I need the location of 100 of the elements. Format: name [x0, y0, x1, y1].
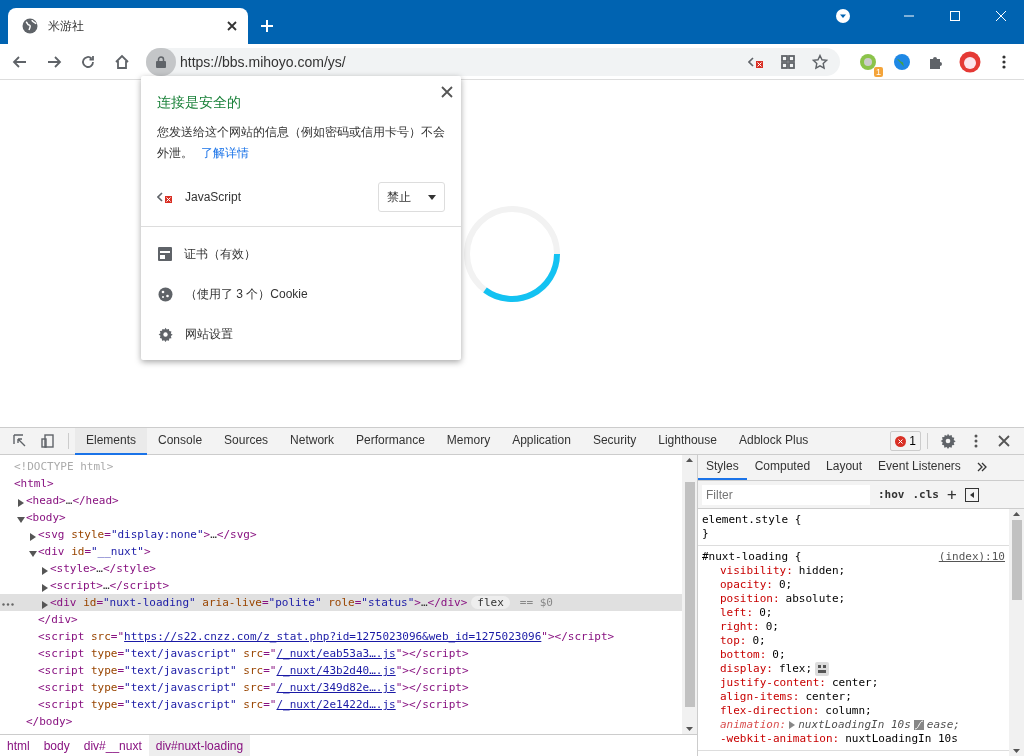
property-name: left: — [720, 606, 754, 620]
devtools-tab[interactable]: Lighthouse — [647, 427, 728, 455]
markup-text: <div id="nuxt-loading" aria-live="polite" role="status">…</div> — [50, 596, 468, 609]
devtools-tab[interactable]: Console — [147, 427, 214, 455]
close-icon[interactable] — [998, 435, 1010, 447]
breadcrumb[interactable]: body — [36, 735, 77, 756]
property-value: nuxtLoadingIn 10s — [845, 732, 958, 746]
popup-menu-item[interactable]: 网站设置 — [141, 314, 461, 354]
markup-text: <script type="text/javascript" src="/_nuxt/43b2d40….js"></script> — [38, 664, 469, 677]
inspect-icon[interactable] — [12, 433, 28, 449]
scroll-up-icon[interactable] — [1013, 512, 1020, 516]
scroll-down-icon[interactable] — [1013, 749, 1020, 753]
new-tab-icon[interactable] — [259, 18, 275, 34]
home-icon[interactable] — [114, 53, 130, 70]
maximize-icon[interactable] — [950, 11, 960, 21]
learn-more-link[interactable]: 了解详情 — [201, 146, 249, 160]
css-selector: #nuxt-loading { — [702, 550, 802, 564]
popup-menu-item[interactable]: 证书（有效） — [141, 234, 461, 274]
property-name: display: — [720, 662, 773, 676]
collapsed-arrow-icon[interactable] — [41, 566, 49, 575]
property-name: justify-content: — [720, 676, 826, 690]
closing-tag: </div> — [38, 613, 78, 626]
tab-search-icon[interactable] — [835, 8, 851, 24]
address-bar[interactable]: https://bbs.mihoyo.com/ys/ — [146, 47, 840, 76]
sidebar-toggle-icon[interactable] — [964, 487, 979, 502]
scroll-down-icon[interactable] — [686, 727, 693, 731]
property-name: -webkit-animation: — [720, 732, 840, 746]
device-toolbar-icon[interactable] — [40, 433, 56, 449]
permission-select[interactable]: 禁止 — [378, 182, 445, 212]
source-link[interactable]: (index):10 — [938, 550, 1005, 564]
node-reference: == $0 — [519, 596, 553, 609]
blocked-script-icon — [157, 190, 173, 204]
property-name: animation: — [720, 718, 787, 732]
sidebar-tab[interactable]: Layout — [818, 459, 871, 480]
collapsed-arrow-icon[interactable] — [17, 498, 25, 507]
breadcrumb[interactable]: html — [0, 735, 37, 756]
more-menu-icon[interactable] — [974, 434, 978, 448]
scroll-thumb[interactable] — [1011, 520, 1022, 600]
more-menu-icon[interactable] — [1002, 53, 1006, 70]
expanded-arrow-icon[interactable] — [17, 515, 25, 524]
connection-title: 连接是安全的 — [157, 94, 242, 112]
devtools-tab[interactable]: Adblock Plus — [727, 427, 820, 455]
breadcrumb[interactable]: div#__nuxt — [76, 735, 149, 756]
url-text: https://bbs.mihoyo.com/ys/ — [180, 53, 347, 70]
markup-text: <head>…</head> — [26, 494, 119, 507]
devtools-tab[interactable]: Security — [581, 427, 648, 455]
cookie-icon — [158, 286, 173, 302]
devtools-tab[interactable]: Performance — [345, 427, 436, 455]
close-icon[interactable] — [226, 20, 238, 32]
scroll-thumb[interactable] — [684, 482, 695, 707]
property-name: opacity: — [720, 578, 773, 592]
sidebar-tab[interactable]: Event Listeners — [870, 459, 969, 480]
css-value: ease; — [926, 718, 960, 732]
property-value: column; — [825, 704, 872, 718]
star-icon[interactable] — [812, 53, 828, 70]
more-icon[interactable] — [2, 603, 14, 606]
flexbox-editor-icon[interactable] — [815, 662, 830, 676]
new-rule-button[interactable]: + — [947, 485, 957, 504]
error-count-badge[interactable]: 1 — [890, 431, 921, 451]
devtools-tab[interactable]: Network — [279, 427, 346, 455]
markup-text: <html> — [14, 477, 54, 490]
scroll-up-icon[interactable] — [686, 458, 693, 462]
collapsed-arrow-icon[interactable] — [41, 600, 49, 609]
expand-arrow-icon[interactable] — [789, 721, 796, 729]
more-tabs-icon[interactable] — [976, 462, 987, 472]
connection-description: 您发送给这个网站的信息（例如密码或信用卡号）不会外泄。 了解详情 — [157, 124, 445, 162]
popup-menu-item[interactable]: （使用了 3 个）Cookie — [141, 274, 461, 314]
qr-code-icon[interactable] — [780, 53, 796, 70]
collapsed-arrow-icon[interactable] — [29, 532, 37, 541]
devtools-tab[interactable]: Elements — [75, 427, 148, 455]
collapsed-arrow-icon[interactable] — [41, 583, 49, 592]
settings-icon[interactable] — [940, 433, 956, 449]
avatar-icon[interactable] — [959, 50, 981, 73]
flex-badge[interactable]: flex — [471, 596, 510, 609]
css-selector: element.style { — [702, 513, 802, 527]
filter-field[interactable]: Filter — [702, 484, 870, 505]
reload-icon[interactable] — [80, 53, 96, 70]
property-value: absolute; — [785, 592, 846, 606]
lock-icon — [156, 55, 166, 68]
property-name: position: — [720, 592, 780, 606]
property-value: hidden; — [798, 564, 846, 578]
devtools-tab[interactable]: Sources — [213, 427, 280, 455]
closing-tag: </body> — [26, 715, 73, 728]
sidebar-tab[interactable]: Computed — [746, 459, 819, 480]
back-arrow-icon[interactable] — [12, 53, 28, 70]
easing-editor-icon[interactable] — [913, 720, 924, 730]
earth-icon[interactable] — [893, 52, 911, 71]
devtools-tab[interactable]: Memory — [435, 427, 502, 455]
class-toggle[interactable]: .cls — [912, 488, 939, 501]
devtools-tab[interactable]: Application — [501, 427, 582, 455]
expanded-arrow-icon[interactable] — [29, 549, 37, 558]
closing-brace: } — [702, 527, 709, 541]
blocked-script-icon[interactable] — [748, 54, 764, 69]
permission-label: JavaScript — [185, 190, 243, 204]
breadcrumb[interactable]: div#nuxt-loading — [148, 735, 251, 756]
close-icon[interactable] — [441, 86, 453, 98]
notification-badge: 1 — [874, 66, 883, 77]
forward-arrow-icon[interactable] — [46, 53, 62, 70]
browser-tab[interactable]: 米游社 — [8, 8, 248, 44]
hover-state-toggle[interactable]: :hov — [878, 488, 905, 501]
